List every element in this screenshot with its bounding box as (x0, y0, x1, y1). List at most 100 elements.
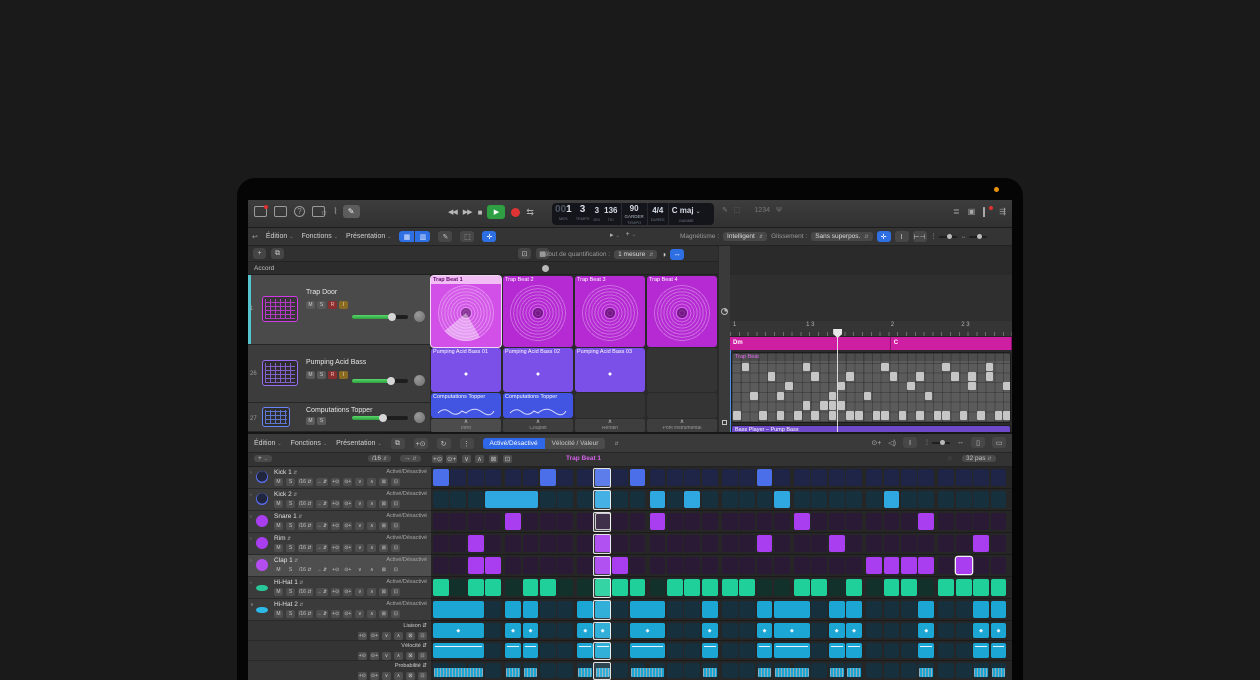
step-cell-on[interactable] (829, 601, 845, 618)
step-cell-off[interactable] (829, 491, 845, 508)
ibeam-icon[interactable]: Ⅰ (903, 437, 917, 448)
step-row-header[interactable]: ›Snare 1 ⇵Activé/DésactivéMS/16 ⇵→ ⇵+⊙⊙+… (248, 511, 431, 533)
row-erase-button[interactable]: ⊠ (379, 478, 388, 486)
step-cell-off[interactable] (866, 601, 882, 618)
step-cell-on[interactable] (485, 557, 501, 574)
row-rate-select[interactable]: /16 ⇵ (298, 566, 313, 574)
subrow-up-button[interactable]: ∧ (394, 672, 403, 680)
volume-slider[interactable] (352, 315, 408, 319)
pencil-tool-button[interactable]: ✎ (343, 205, 360, 218)
step-cell-off[interactable] (829, 469, 845, 486)
step-cell-off[interactable] (991, 513, 1007, 530)
step-cell-off[interactable] (523, 469, 539, 486)
step-cell-off[interactable] (739, 491, 755, 508)
row-s-button[interactable]: S (286, 500, 295, 508)
step-cell-on[interactable] (866, 557, 882, 574)
note-out-button[interactable]: ⊙+ (446, 455, 457, 463)
step-cell-off[interactable] (630, 535, 646, 552)
row-up-button[interactable]: ∧ (367, 566, 376, 574)
step-subrow-header[interactable]: Liaison ⇵+⊙⊙+∨∧⊠⊡ (248, 621, 431, 641)
step-cell-off[interactable] (973, 557, 989, 574)
step-cell-off[interactable] (722, 643, 738, 658)
step-cell-off[interactable] (505, 557, 521, 574)
row-playmode-select[interactable]: → ⇵ (316, 610, 329, 618)
step-cell-on[interactable]: ◆ (630, 623, 666, 638)
row-down-button[interactable]: ∨ (355, 544, 364, 552)
step-cell-on[interactable] (722, 579, 738, 596)
track-header-row[interactable]: 26Pumping Acid BassMSRI (248, 345, 430, 403)
subrow-down-button[interactable]: ∨ (382, 652, 391, 660)
step-cell-off[interactable] (739, 535, 755, 552)
pan-knob[interactable] (414, 311, 425, 322)
step-cell-off[interactable] (866, 643, 882, 658)
step-cell-on[interactable] (612, 557, 628, 574)
step-cell-off[interactable] (722, 557, 738, 574)
notifications-bell-icon[interactable] (983, 208, 991, 216)
row-note-out-button[interactable]: ⊙+ (343, 478, 352, 486)
step-cell-on[interactable] (829, 663, 845, 678)
step-cell-on[interactable] (523, 601, 539, 618)
step-cell-off[interactable] (433, 557, 449, 574)
step-cell-on[interactable] (757, 663, 773, 678)
step-cell-off[interactable] (630, 557, 646, 574)
loop-circle-icon[interactable]: ◌ (948, 455, 952, 462)
row-fill-button[interactable]: ⊡ (391, 500, 400, 508)
rate-select[interactable]: /16 ⇵ (368, 455, 391, 462)
disclosure-icon[interactable]: ∨ (250, 602, 254, 608)
row-s-button[interactable]: S (286, 478, 295, 486)
step-cell-off[interactable] (938, 557, 954, 574)
step-cell-on[interactable] (846, 601, 862, 618)
step-cell-on[interactable] (630, 663, 666, 678)
step-row-header[interactable]: ›Rim ⇵Activé/DésactivéMS/16 ⇵→ ⇵+⊙⊙+∨∧⊠⊡ (248, 533, 431, 555)
step-cell-on[interactable] (433, 601, 484, 618)
row-fill-button[interactable]: ⊡ (391, 478, 400, 486)
secondary-tool-select[interactable]: + ⌄ (626, 231, 636, 239)
step-cell-off[interactable] (722, 663, 738, 678)
step-cell-off[interactable] (811, 643, 827, 658)
step-cell-off[interactable] (557, 663, 573, 678)
step-cell-off[interactable] (557, 643, 573, 658)
row-s-button[interactable]: S (286, 522, 295, 530)
stop-all-cells-icon[interactable] (722, 420, 727, 425)
step-cell-off[interactable] (667, 469, 683, 486)
chord-bar[interactable]: Dm (730, 337, 891, 350)
step-cell-off[interactable] (884, 535, 900, 552)
auto-track-zoom-button[interactable]: ⊢⊣ (913, 231, 927, 242)
step-cell-off[interactable] (485, 601, 501, 618)
step-cell-off[interactable] (866, 513, 882, 530)
pencil-dim-icon[interactable]: ✎ (722, 206, 728, 214)
step-cell-off[interactable] (577, 557, 593, 574)
step-cell-off[interactable] (557, 579, 573, 596)
step-row-header[interactable]: ›Kick 1 ⇵Activé/DésactivéMS/16 ⇵→ ⇵+⊙⊙+∨… (248, 467, 431, 489)
track-m-button[interactable]: M (306, 371, 315, 379)
row-down-button[interactable]: ∨ (355, 478, 364, 486)
menu-fonctions-loops[interactable]: Fonctions ⌄ (301, 233, 338, 240)
second-display-icon[interactable]: ⬚ (734, 206, 741, 214)
subrow-erase-button[interactable]: ⊠ (406, 652, 415, 660)
crosshair-mode-button[interactable]: ✛ (482, 231, 496, 242)
loop-cell[interactable]: Pumping Acid Bass 01 (431, 348, 501, 392)
step-cell-off[interactable] (938, 491, 954, 508)
step-cell-off[interactable] (739, 643, 755, 658)
step-cell-off[interactable] (667, 623, 683, 638)
row-m-button[interactable]: M (274, 500, 283, 508)
step-cell-off[interactable] (684, 535, 700, 552)
step-cell-off[interactable] (956, 469, 972, 486)
step-cell-off[interactable] (918, 579, 934, 596)
track-i-button[interactable]: I (339, 301, 348, 309)
step-cell-on[interactable] (540, 579, 556, 596)
step-cell-on[interactable]: ◆ (846, 623, 862, 638)
step-cell-off[interactable] (540, 663, 556, 678)
step-cell-on[interactable] (991, 663, 1007, 678)
step-cell-on[interactable] (757, 535, 773, 552)
ibeam-tool-button[interactable]: Ⅰ (895, 231, 909, 242)
lcd-display[interactable]: 001MES 3TEMPS 3DIV 136TIC 90 GARDER TEMP… (552, 203, 714, 225)
step-cell-off[interactable] (774, 469, 790, 486)
window-view-icon[interactable]: ▭ (992, 437, 1006, 448)
row-s-button[interactable]: S (286, 588, 295, 596)
step-cell-off[interactable] (956, 623, 972, 638)
subrow-fill-button[interactable]: ⊡ (418, 672, 427, 680)
step-cell-off[interactable] (577, 513, 593, 530)
step-cell-off[interactable] (774, 535, 790, 552)
step-cell-off[interactable] (650, 579, 666, 596)
